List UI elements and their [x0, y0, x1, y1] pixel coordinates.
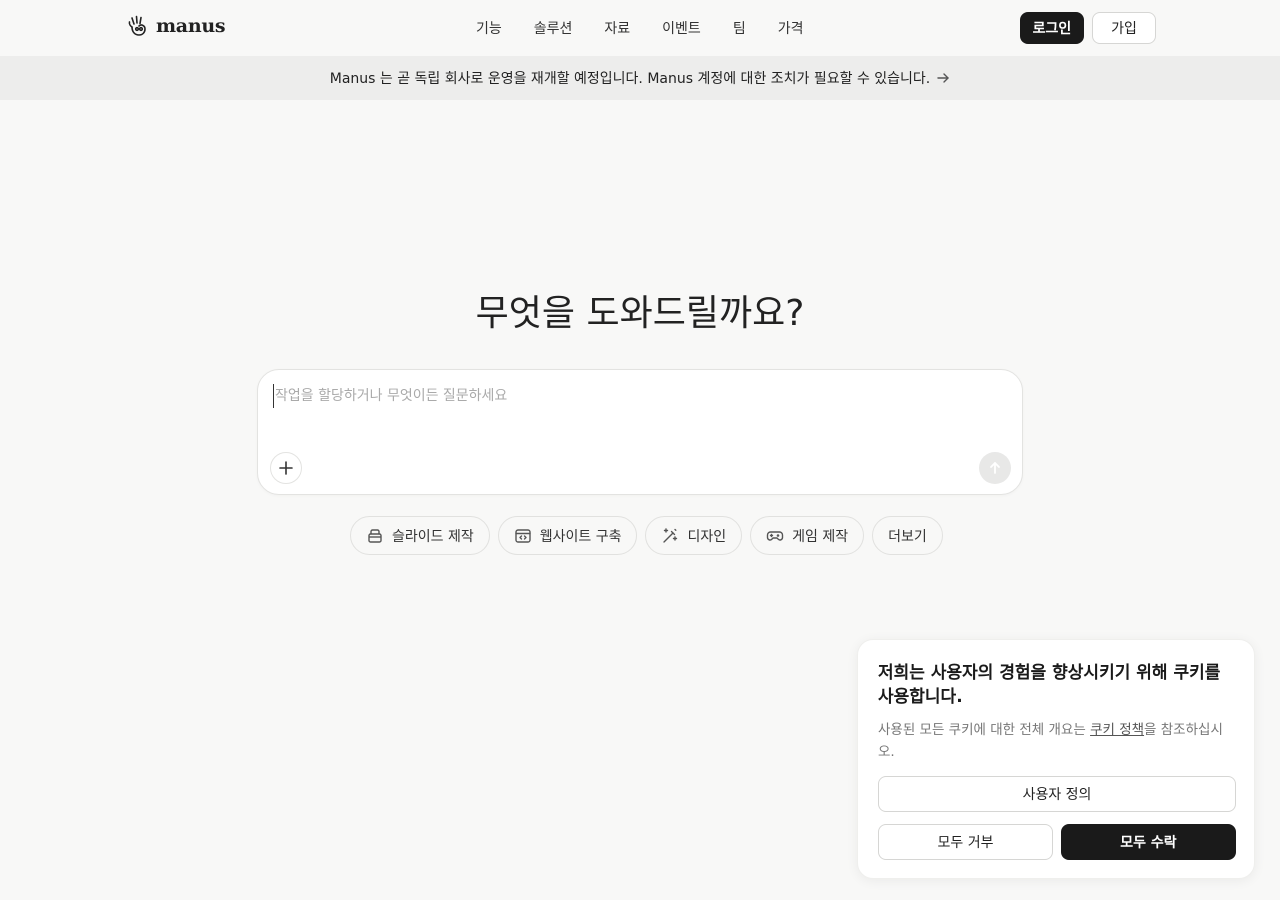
chip-label: 슬라이드 제작 — [392, 528, 474, 545]
plus-icon — [279, 461, 293, 475]
login-button[interactable]: 로그인 — [1020, 12, 1084, 44]
page-title: 무엇을 도와드릴까요? — [475, 293, 805, 334]
code-window-icon — [515, 528, 531, 543]
accept-all-button[interactable]: 모두 수락 — [1061, 824, 1236, 860]
gamepad-icon — [766, 530, 784, 541]
nav-item-solutions[interactable]: 솔루션 — [518, 18, 589, 38]
manus-logo[interactable]: manus — [126, 14, 226, 38]
send-button[interactable] — [979, 452, 1011, 484]
chip-design[interactable]: 디자인 — [645, 516, 743, 555]
main-nav: 기능 솔루션 자료 이벤트 팀 가격 — [460, 0, 819, 56]
prompt-composer — [257, 369, 1023, 495]
announcement-banner[interactable]: Manus 는 곧 독립 회사로 운영을 재개할 예정입니다. Manus 계정… — [0, 56, 1280, 100]
arrow-right-icon — [937, 73, 949, 83]
magic-wand-icon — [663, 527, 678, 543]
cookie-consent-dialog: 저희는 사용자의 경험을 향상시키기 위해 쿠키를 사용합니다. 사용된 모든 … — [857, 639, 1255, 879]
chip-label: 더보기 — [888, 528, 927, 545]
chip-label: 웹사이트 구축 — [539, 528, 622, 545]
manus-hand-icon — [128, 15, 146, 36]
arrow-up-icon — [990, 462, 1000, 474]
top-navigation: manus 기능 솔루션 자료 이벤트 팀 가격 로그인 가입 — [0, 0, 1280, 56]
chip-make-slides[interactable]: 슬라이드 제작 — [350, 516, 490, 555]
cookie-description-text: 사용된 모든 쿠키에 대한 전체 개요는 — [878, 722, 1091, 738]
add-attachment-button[interactable] — [270, 452, 302, 484]
nav-item-features[interactable]: 기능 — [460, 18, 518, 38]
slides-icon — [368, 528, 382, 543]
chip-build-website[interactable]: 웹사이트 구축 — [497, 516, 638, 555]
nav-item-team[interactable]: 팀 — [717, 18, 762, 38]
chip-more[interactable]: 더보기 — [872, 516, 943, 555]
chip-make-game[interactable]: 게임 제작 — [750, 516, 865, 555]
chip-label: 디자인 — [687, 528, 727, 545]
cookie-description: 사용된 모든 쿠키에 대한 전체 개요는 쿠키 정책을 참조하십시오. — [878, 719, 1238, 763]
logo-text: manus — [156, 15, 226, 37]
reject-all-button[interactable]: 모두 거부 — [878, 824, 1053, 860]
banner-text: Manus 는 곧 독립 회사로 운영을 재개할 예정입니다. Manus 계정… — [329, 71, 931, 87]
quick-action-chips: 슬라이드 제작 웹사이트 구축 디자인 게임 제작 더보기 — [350, 516, 943, 555]
nav-item-pricing[interactable]: 가격 — [762, 18, 820, 38]
cookie-policy-link[interactable]: 쿠키 정책 — [1090, 722, 1144, 738]
prompt-input[interactable] — [273, 384, 973, 408]
cookie-title: 저희는 사용자의 경험을 향상시키기 위해 쿠키를 사용합니다. — [878, 663, 1221, 707]
chip-label: 게임 제작 — [792, 528, 849, 545]
nav-item-resources[interactable]: 자료 — [588, 18, 646, 38]
nav-item-events[interactable]: 이벤트 — [646, 18, 717, 38]
customize-cookies-button[interactable]: 사용자 정의 — [878, 776, 1236, 812]
signup-button[interactable]: 가입 — [1092, 12, 1156, 44]
